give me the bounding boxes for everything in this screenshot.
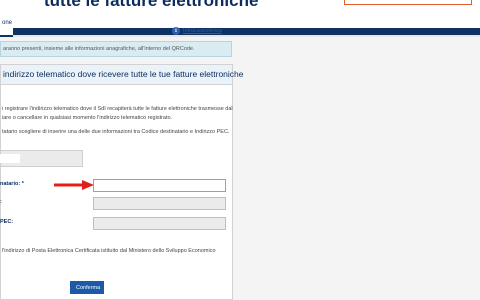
info-icon: i [172,27,180,35]
info-assistance-link[interactable]: i Info&assistenza [172,27,222,35]
sub-navbar [0,35,480,37]
header-user-box[interactable] [344,0,472,5]
top-header: tutte le fatture elettroniche [0,0,480,28]
info-banner: aranno presenti, insieme alle informazio… [0,41,232,57]
pec-input[interactable] [93,197,226,210]
pec-label: : [0,199,2,205]
arrow-right-icon [54,180,94,190]
pec-confirm-label: PEC: [0,219,14,225]
pec-confirm-input[interactable] [93,217,226,230]
main-navbar [0,28,480,35]
tab-home-label: one [1,20,12,26]
recipient-code-input[interactable] [93,179,226,192]
panel-header: indirizzo telematico dove ricevere tutte… [1,65,244,85]
description-line-2: iare o cancellare in qualsiasi momento l… [2,115,173,121]
info-assistance-label: Info&assistenza [183,28,222,34]
description-line-1: i registrare l'indirizzo telematico dove… [2,106,233,112]
description-line-3: tatario scegliere di inserire una delle … [2,129,230,135]
recipient-code-label: natario: * [0,181,24,187]
tab-home[interactable]: one [0,12,13,37]
panel-title: indirizzo telematico dove ricevere tutte… [3,69,244,79]
option-selector-selected [0,154,20,163]
footer-note: l'indirizzo di Posta Elettronica Certifi… [2,248,216,254]
confirm-button[interactable]: Conferma [70,281,104,294]
app-title: tutte le fatture elettroniche [44,0,259,10]
